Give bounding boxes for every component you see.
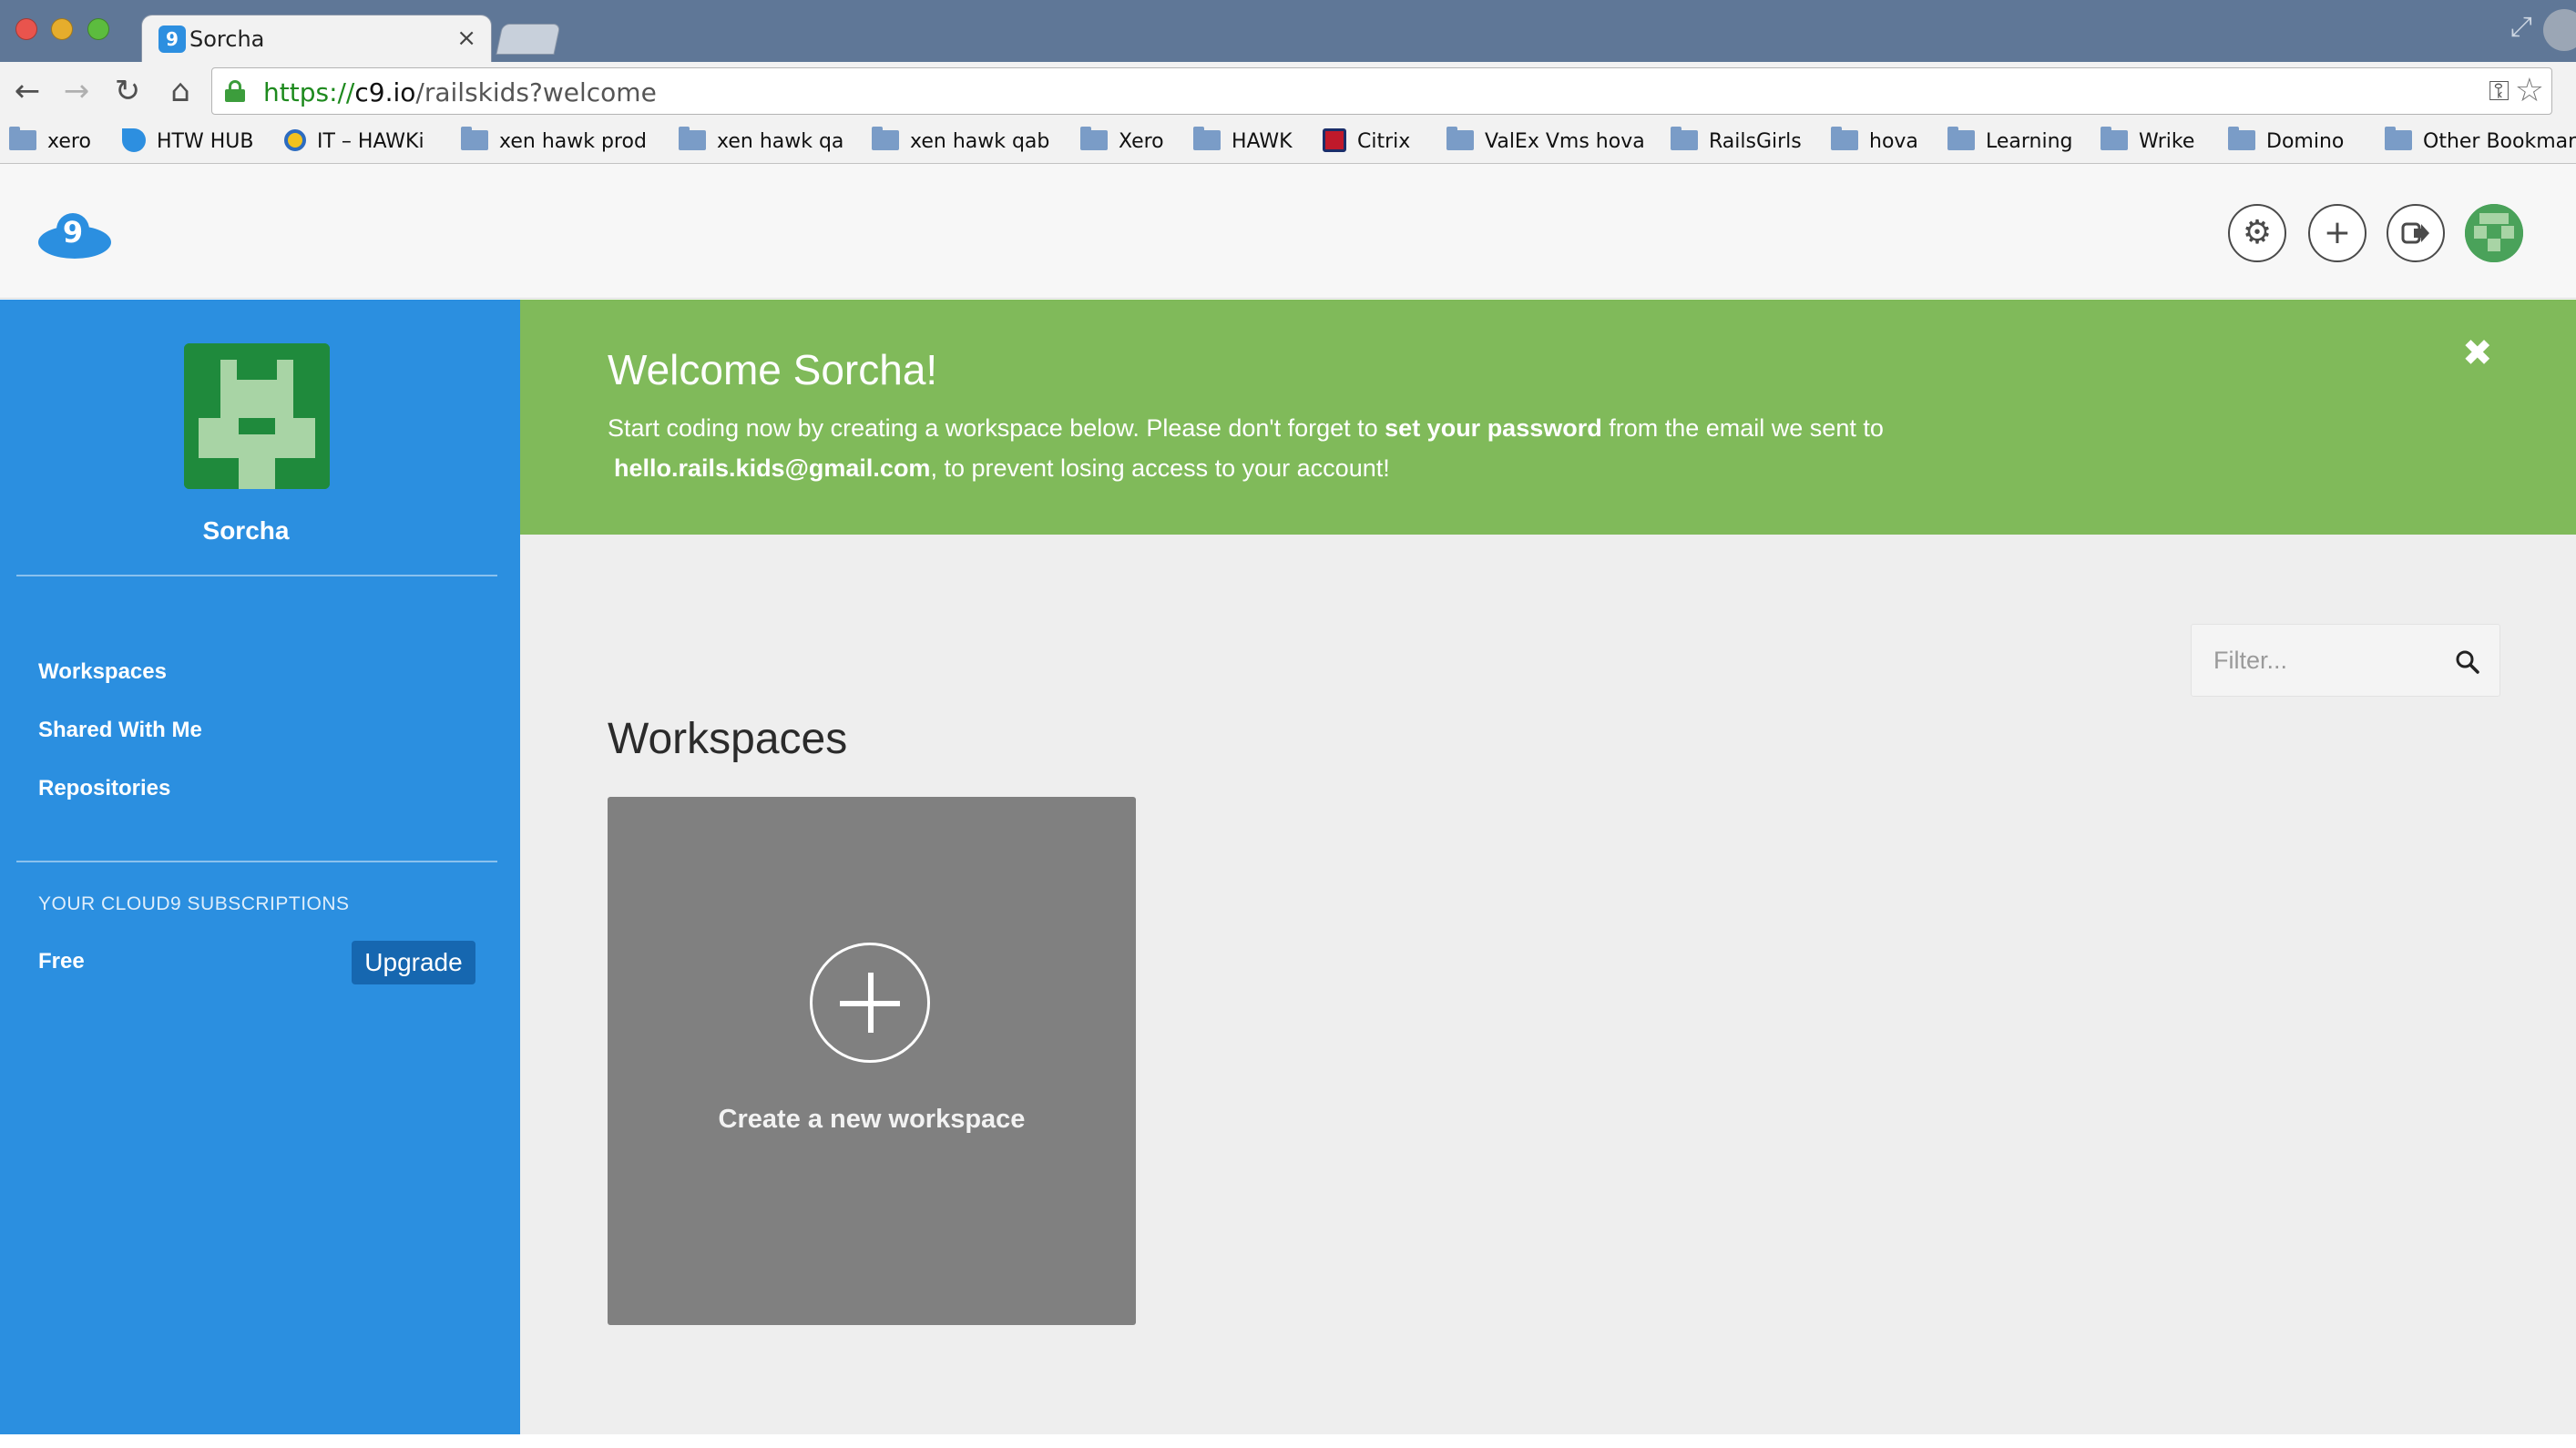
sidebar-username: Sorcha: [202, 516, 290, 545]
workspaces-heading: Workspaces: [608, 715, 848, 763]
folder-icon: [872, 127, 899, 150]
bookmark-folder[interactable]: HAWK: [1193, 127, 1293, 157]
home-icon[interactable]: ⌂: [160, 71, 200, 111]
back-arrow-icon[interactable]: ←: [7, 71, 47, 111]
htw-hub-icon: [122, 128, 146, 152]
user-avatar[interactable]: [2465, 204, 2523, 262]
bookmark-link[interactable]: HTW HUB: [122, 127, 253, 157]
folder-icon: [1193, 127, 1221, 150]
new-tab-button[interactable]: [496, 24, 561, 55]
browser-tab-active[interactable]: Sorcha ×: [141, 15, 492, 64]
folder-icon: [679, 127, 706, 150]
window-minimize-button[interactable]: [51, 18, 73, 40]
sidebar-divider: [16, 861, 497, 862]
add-plus-icon[interactable]: +: [2308, 204, 2366, 262]
bookmarks-bar: xero HTW HUB IT – HAWKi xen hawk prod xe…: [0, 120, 2576, 164]
bookmark-folder[interactable]: Domino: [2228, 127, 2344, 157]
main-content: Welcome Sorcha! Start coding now by crea…: [520, 300, 2576, 1434]
folder-icon: [9, 127, 36, 150]
app-header: 9 ⚙ +: [0, 164, 2576, 299]
create-workspace-card[interactable]: Create a new workspace: [608, 797, 1136, 1325]
tab-title: Sorcha: [189, 26, 265, 52]
bookmark-star-icon[interactable]: ☆: [2515, 72, 2544, 109]
tab-close-icon[interactable]: ×: [456, 25, 476, 52]
welcome-message-line2: hello.rails.kids@gmail.com, to prevent l…: [614, 454, 1390, 482]
citrix-icon: [1323, 128, 1346, 152]
bookmark-folder[interactable]: RailsGirls: [1671, 127, 1802, 157]
sidebar-divider: [16, 575, 497, 576]
subscriptions-title: YOUR CLOUD9 SUBSCRIPTIONS: [38, 893, 350, 914]
plan-name: Free: [38, 949, 85, 974]
bookmark-folder[interactable]: ValEx Vms hova: [1446, 127, 1645, 157]
browser-titlebar: Sorcha × ⤢: [0, 0, 2576, 64]
bookmark-folder[interactable]: xen hawk qa: [679, 127, 843, 157]
sidebar-item-workspaces[interactable]: Workspaces: [38, 659, 167, 685]
bookmark-folder[interactable]: xen hawk prod: [461, 127, 647, 157]
bookmark-folder[interactable]: xero: [9, 127, 91, 157]
bookmark-folder[interactable]: Xero: [1080, 127, 1164, 157]
folder-icon: [1080, 127, 1108, 150]
window-close-button[interactable]: [15, 18, 37, 40]
reload-icon[interactable]: ↻: [107, 71, 148, 111]
sidebar-item-shared-with-me[interactable]: Shared With Me: [38, 718, 202, 743]
forward-arrow-icon[interactable]: →: [56, 71, 97, 111]
filter-input[interactable]: [2192, 625, 2447, 696]
settings-gear-icon[interactable]: ⚙: [2228, 204, 2286, 262]
filter-box: [2191, 624, 2500, 697]
svg-text:9: 9: [63, 215, 83, 250]
bookmark-folder[interactable]: xen hawk qab: [872, 127, 1049, 157]
window-zoom-button[interactable]: [87, 18, 109, 40]
address-bar[interactable]: https://c9.io/railskids?welcome ⚿ ☆: [211, 67, 2552, 115]
secure-lock-icon: [225, 80, 245, 102]
folder-icon: [2228, 127, 2255, 150]
welcome-title: Welcome Sorcha!: [608, 346, 938, 393]
sign-out-icon[interactable]: [2387, 204, 2445, 262]
sidebar: Sorcha Workspaces Shared With Me Reposit…: [0, 300, 520, 1434]
folder-icon: [2101, 127, 2128, 150]
welcome-banner: Welcome Sorcha! Start coding now by crea…: [520, 300, 2576, 535]
bookmark-folder[interactable]: Wrike: [2101, 127, 2194, 157]
create-workspace-label: Create a new workspace: [718, 1105, 1026, 1134]
profile-avatar[interactable]: [184, 343, 330, 489]
plus-circle-icon: [810, 943, 930, 1063]
folder-icon: [1446, 127, 1474, 150]
search-icon[interactable]: [2454, 648, 2481, 676]
cloud9-favicon-icon: [158, 25, 186, 53]
folder-icon: [1831, 127, 1858, 150]
folder-icon: [2385, 127, 2412, 150]
folder-icon: [461, 127, 488, 150]
url-text[interactable]: https://c9.io/railskids?welcome: [263, 77, 657, 107]
close-icon[interactable]: ✖: [2462, 332, 2493, 374]
folder-icon: [1947, 127, 1975, 150]
cloud9-logo-icon[interactable]: 9: [36, 209, 113, 260]
bookmark-link[interactable]: Citrix: [1323, 127, 1410, 157]
bookmark-folder[interactable]: Learning: [1947, 127, 2073, 157]
upgrade-button[interactable]: Upgrade: [352, 941, 475, 984]
bookmark-folder[interactable]: hova: [1831, 127, 1918, 157]
profile-avatar-icon[interactable]: [2543, 9, 2576, 51]
bookmark-link[interactable]: IT – HAWKi: [284, 127, 424, 157]
key-icon[interactable]: ⚿: [2489, 76, 2510, 107]
fullscreen-icon[interactable]: ⤢: [2510, 11, 2540, 43]
welcome-message-line1: Start coding now by creating a workspace…: [608, 414, 1884, 442]
hawki-icon: [284, 129, 306, 151]
browser-toolbar: ← → ↻ ⌂ https://c9.io/railskids?welcome …: [0, 62, 2576, 120]
folder-icon: [1671, 127, 1698, 150]
sidebar-item-repositories[interactable]: Repositories: [38, 776, 170, 801]
bookmark-folder[interactable]: Other Bookmar: [2385, 127, 2576, 157]
